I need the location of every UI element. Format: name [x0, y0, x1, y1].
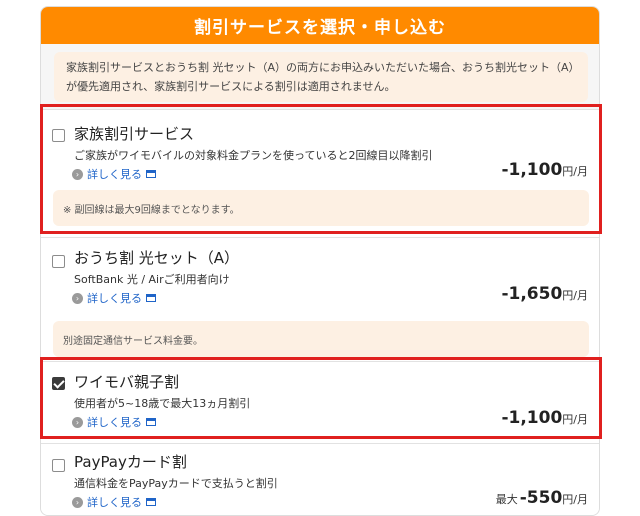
panel-title: 割引サービスを選択・申し込む: [41, 7, 599, 44]
notice-line-1: 家族割引サービスとおうち割 光セット（A）の両方にお申込みいただいた場合、おうち…: [66, 61, 580, 74]
item-title: PayPayカード割: [74, 453, 187, 471]
paypay-card-checkbox[interactable]: [52, 459, 65, 472]
hikari-set-checkbox[interactable]: [52, 255, 65, 268]
price-amount: -1,100: [501, 408, 563, 428]
chevron-right-icon: ›: [72, 292, 83, 304]
priority-notice: 家族割引サービスとおうち割 光セット（A）の両方にお申込みいただいた場合、おうち…: [54, 52, 588, 102]
chevron-right-icon: ›: [72, 168, 83, 180]
item-description: 通信料金をPayPayカードで支払うと割引: [74, 477, 278, 490]
item-note: 別途固定通信サービス料金要。: [53, 321, 589, 357]
item-title: おうち割 光セット（A）: [74, 249, 240, 267]
chevron-right-icon: ›: [72, 496, 83, 508]
discount-item-hikari-set[interactable]: おうち割 光セット（A） SoftBank 光 / Airご利用者向け › 詳し…: [41, 237, 599, 362]
price-unit: 円/月: [562, 165, 588, 178]
item-note: ※ 副回線は最大9回線までとなります。: [53, 190, 589, 226]
item-description: ご家族がワイモバイルの対象料金プランを使っていると2回線目以降割引: [74, 149, 433, 162]
price-amount: -550: [519, 488, 563, 508]
item-description: SoftBank 光 / Airご利用者向け: [74, 273, 230, 286]
price-unit: 円/月: [562, 289, 588, 302]
price: -1,100円/月: [501, 160, 588, 180]
details-link[interactable]: › 詳しく見る: [72, 494, 156, 510]
external-window-icon: [146, 294, 156, 302]
details-link[interactable]: › 詳しく見る: [72, 414, 156, 430]
external-window-icon: [146, 418, 156, 426]
discount-panel: 割引サービスを選択・申し込む 家族割引サービスとおうち割 光セット（A）の両方に…: [40, 6, 600, 516]
item-title: 家族割引サービス: [74, 125, 195, 143]
discount-item-paypay-card[interactable]: PayPayカード割 通信料金をPayPayカードで支払うと割引 › 詳しく見る…: [41, 443, 599, 515]
item-description: 使用者が5~18歳で最大13ヵ月割引: [74, 397, 251, 410]
notice-line-2: が優先適用され、家族割引サービスによる割引は適用されません。: [66, 80, 396, 93]
price: -1,650円/月: [501, 284, 588, 304]
oyako-discount-checkbox[interactable]: [52, 377, 65, 390]
price-unit: 円/月: [562, 413, 588, 426]
details-link[interactable]: › 詳しく見る: [72, 290, 156, 306]
external-window-icon: [146, 498, 156, 506]
discount-item-family[interactable]: 家族割引サービス ご家族がワイモバイルの対象料金プランを使っていると2回線目以降…: [41, 109, 599, 238]
item-title: ワイモバ親子割: [74, 373, 180, 391]
price: -1,100円/月: [501, 408, 588, 428]
external-window-icon: [146, 170, 156, 178]
price: 最大 -550円/月: [496, 488, 588, 508]
chevron-right-icon: ›: [72, 416, 83, 428]
discount-item-oyako[interactable]: ワイモバ親子割 使用者が5~18歳で最大13ヵ月割引 › 詳しく見る -1,10…: [41, 361, 599, 444]
family-discount-checkbox[interactable]: [52, 129, 65, 142]
details-link[interactable]: › 詳しく見る: [72, 166, 156, 182]
price-amount: -1,100: [501, 160, 563, 180]
price-prefix: 最大: [495, 493, 518, 506]
price-unit: 円/月: [562, 493, 588, 506]
price-amount: -1,650: [501, 284, 563, 304]
